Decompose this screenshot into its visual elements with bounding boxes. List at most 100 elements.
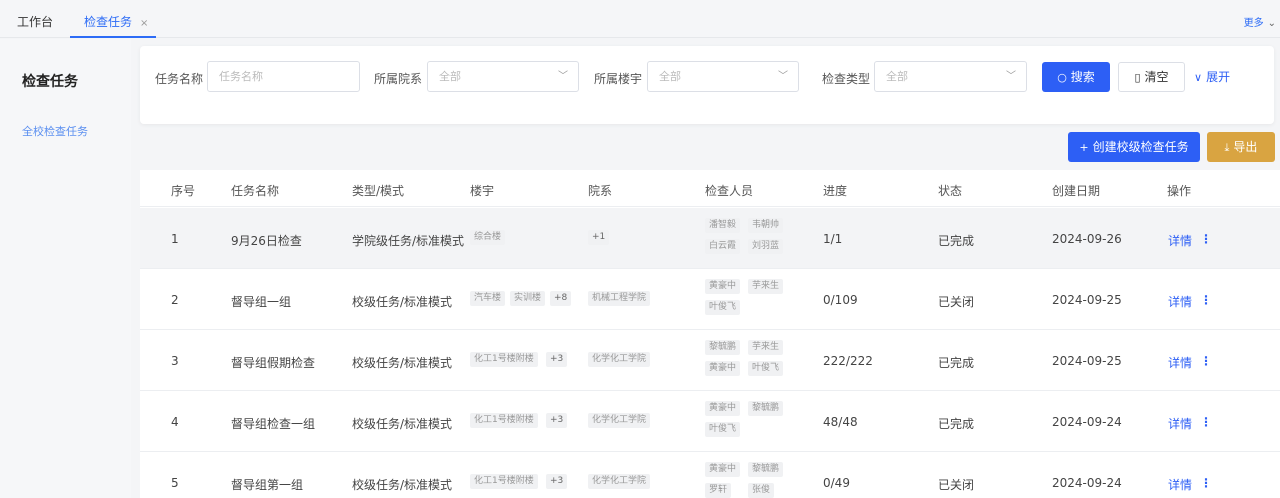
chevron-down-icon: ﹀ xyxy=(778,71,788,82)
filter-panel: 任务名称 任务名称 所属院系 全部 ﹀ 所属楼宇 全部 ﹀ 检查类型 全部 ﹀ ○ 搜索… xyxy=(140,46,1274,124)
detail-link[interactable]: 详情 xyxy=(1168,476,1192,493)
row-number: 3 xyxy=(171,354,179,368)
task-type: 校级任务/标准模式 xyxy=(352,417,453,431)
building-tag: 化工1号楼附楼 xyxy=(470,474,538,489)
column-header: 类型/模式 xyxy=(352,184,405,198)
inspector-tag: 黎毓鹏 xyxy=(705,340,741,355)
building-tag: 实训楼 xyxy=(510,291,546,306)
tab-inspection-tasks[interactable]: 检查任务 × xyxy=(70,0,156,38)
more-actions-icon[interactable]: ⋮ xyxy=(1200,232,1212,246)
column-header: 序号 xyxy=(171,184,196,198)
more-actions-icon[interactable]: ⋮ xyxy=(1200,293,1212,307)
inspector-tag: 芋来生 xyxy=(748,340,784,355)
chevron-down-icon: ﹀ xyxy=(1006,71,1016,82)
progress: 48/48 xyxy=(823,415,858,429)
type-value: 全部 xyxy=(886,70,908,83)
table-header: 序号 任务名称 类型/模式 楼宇 院系 检查人员 进度 状态 创建日期 操作 xyxy=(140,170,1280,207)
inspector-tag: 黄豪中 xyxy=(705,462,741,477)
detail-link[interactable]: 详情 xyxy=(1168,354,1192,371)
row-number: 5 xyxy=(171,476,179,490)
sidebar: 检查任务 全校检查任务 xyxy=(0,39,131,498)
college-tag: 机械工程学院 xyxy=(588,291,651,306)
column-header: 操作 xyxy=(1167,184,1192,198)
building-tag: 化工1号楼附楼 xyxy=(470,352,538,367)
detail-link[interactable]: 详情 xyxy=(1168,415,1192,432)
college-select[interactable]: 全部 ﹀ xyxy=(427,61,579,92)
tab-workbench[interactable]: 工作台 xyxy=(17,0,53,38)
task-name-input[interactable]: 任务名称 xyxy=(207,61,360,92)
more-menu[interactable]: 更多 ⌄ xyxy=(1244,14,1276,29)
search-icon: ○ xyxy=(1057,71,1067,84)
chevron-down-icon: ⌄ xyxy=(1267,18,1276,29)
row-number: 2 xyxy=(171,293,179,307)
column-header: 状态 xyxy=(938,184,963,198)
column-header: 楼宇 xyxy=(470,184,495,198)
table-row: 2 督导组一组 校级任务/标准模式 0/109 已关闭 2024-09-25 汽车楼 实训楼 +… xyxy=(140,269,1280,330)
table-row: 5 督导组第一组 校级任务/标准模式 0/49 已关闭 2024-09-24 化工1号楼附楼… xyxy=(140,452,1280,498)
inspector-tag: 叶俊飞 xyxy=(748,361,784,376)
task-name: 9月26日检查 xyxy=(231,234,302,248)
search-button[interactable]: ○ 搜索 xyxy=(1042,62,1110,92)
search-label: 搜索 xyxy=(1070,70,1095,84)
progress: 222/222 xyxy=(823,354,873,368)
column-header: 院系 xyxy=(588,184,613,198)
college-tag: 化学化工学院 xyxy=(588,474,651,489)
more-label: 更多 xyxy=(1243,18,1264,29)
college-value: 全部 xyxy=(439,70,461,83)
clear-button[interactable]: ▯ 清空 xyxy=(1118,62,1185,92)
created-date: 2024-09-24 xyxy=(1052,476,1122,490)
task-type: 校级任务/标准模式 xyxy=(352,356,453,370)
status: 已完成 xyxy=(938,417,975,431)
expand-label: 展开 xyxy=(1206,70,1231,84)
more-actions-icon[interactable]: ⋮ xyxy=(1200,354,1212,368)
task-type: 校级任务/标准模式 xyxy=(352,295,453,309)
inspector-tag: 韦朝帅 xyxy=(748,218,784,233)
table-row: 1 9月26日检查 学院级任务/标准模式 1/1 已完成 2024-09-26 综合楼 +1 潘… xyxy=(140,208,1280,269)
inspector-tag: 黄豪中 xyxy=(705,401,741,416)
more-actions-icon[interactable]: ⋮ xyxy=(1200,415,1212,429)
expand-button[interactable]: ∨ 展开 xyxy=(1194,62,1230,92)
building-tag: 汽车楼 xyxy=(470,291,506,306)
status: 已关闭 xyxy=(938,295,975,309)
close-icon[interactable]: × xyxy=(140,2,148,46)
progress: 0/109 xyxy=(823,293,858,307)
export-button[interactable]: ⤓ 导出 xyxy=(1207,132,1275,162)
status: 已关闭 xyxy=(938,478,975,492)
inspector-tag: 叶俊飞 xyxy=(705,422,741,437)
building-more-tag: +8 xyxy=(550,291,572,306)
clear-label: 清空 xyxy=(1144,70,1169,84)
export-label: 导出 xyxy=(1233,140,1258,154)
task-name: 督导组检查一组 xyxy=(231,417,316,431)
column-header: 任务名称 xyxy=(231,184,280,198)
building-more-tag: +3 xyxy=(546,413,568,428)
plus-icon: + xyxy=(1079,141,1089,154)
created-date: 2024-09-26 xyxy=(1052,232,1122,246)
building-select[interactable]: 全部 ﹀ xyxy=(647,61,799,92)
table-row: 4 督导组检查一组 校级任务/标准模式 48/48 已完成 2024-09-24 化工1号楼… xyxy=(140,391,1280,452)
download-icon: ⤓ xyxy=(1224,141,1230,154)
more-actions-icon[interactable]: ⋮ xyxy=(1200,476,1212,490)
sidebar-item-school-inspection[interactable]: 全校检查任务 xyxy=(22,123,88,139)
type-select[interactable]: 全部 ﹀ xyxy=(874,61,1027,92)
task-name: 督导组第一组 xyxy=(231,478,304,492)
building-more-tag: +3 xyxy=(546,352,568,367)
type-label: 检查类型 xyxy=(822,72,871,86)
progress: 0/49 xyxy=(823,476,850,490)
created-date: 2024-09-25 xyxy=(1052,293,1122,307)
tab-label: 检查任务 xyxy=(84,15,133,29)
inspector-tag: 张俊 xyxy=(748,483,775,498)
task-name: 督导组假期检查 xyxy=(231,356,316,370)
detail-link[interactable]: 详情 xyxy=(1168,293,1192,310)
building-tag: 化工1号楼附楼 xyxy=(470,413,538,428)
college-label: 所属院系 xyxy=(374,72,423,86)
create-label: 创建校级检查任务 xyxy=(1092,140,1189,154)
status: 已完成 xyxy=(938,356,975,370)
create-task-button[interactable]: + 创建校级检查任务 xyxy=(1068,132,1200,162)
sidebar-title: 检查任务 xyxy=(22,74,78,90)
chevron-down-icon: ∨ xyxy=(1194,71,1203,84)
inspector-tag: 叶俊飞 xyxy=(705,300,741,315)
building-tag: 综合楼 xyxy=(470,230,506,245)
inspector-tag: 罗轩 xyxy=(705,483,732,498)
created-date: 2024-09-24 xyxy=(1052,415,1122,429)
detail-link[interactable]: 详情 xyxy=(1168,232,1192,249)
